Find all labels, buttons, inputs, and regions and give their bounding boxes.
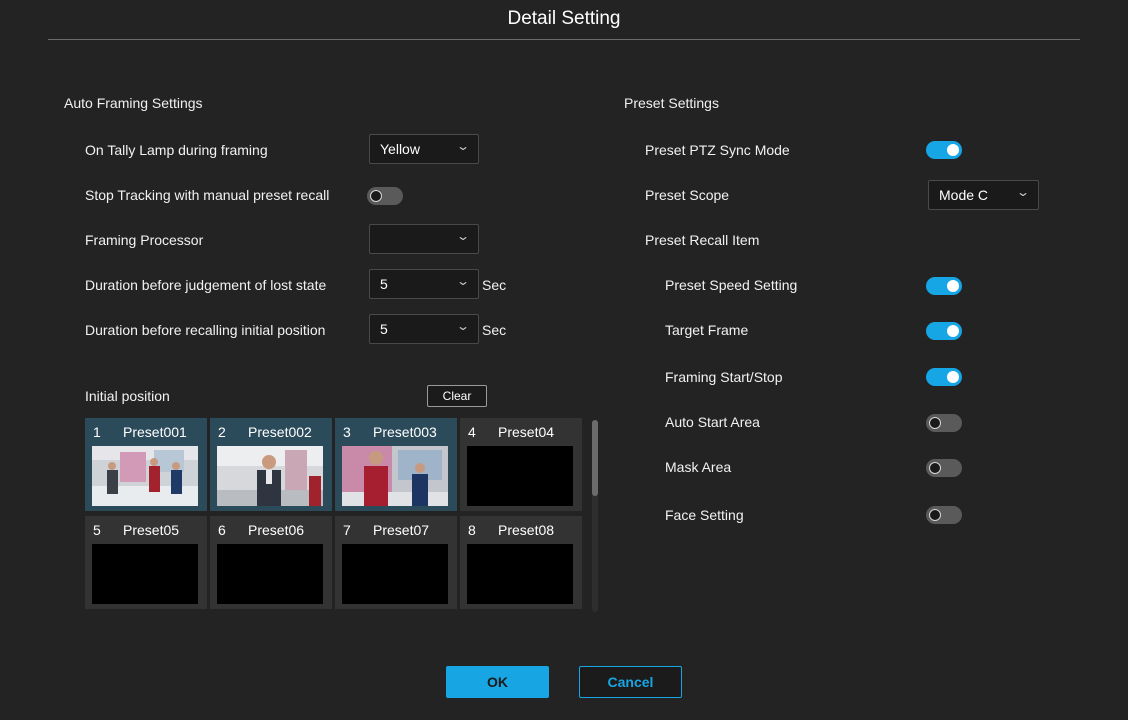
preset-tile-4[interactable]: 4 Preset04 [460,418,582,511]
toggle-knob [929,417,941,429]
lost-state-unit: Sec [482,277,507,293]
framing-start-stop-toggle[interactable] [926,368,962,386]
tile-number: 1 [93,424,101,440]
tile-number: 5 [93,522,101,538]
initial-position-label: Initial position [85,388,170,404]
tally-lamp-label: On Tally Lamp during framing [85,142,268,158]
preset-thumbnail [92,446,198,506]
tile-name: Preset002 [248,424,312,440]
preset-thumbnail-empty [467,446,573,506]
toggle-knob [929,462,941,474]
stop-tracking-label: Stop Tracking with manual preset recall [85,187,330,203]
chevron-down-icon: ⌄ [455,319,471,333]
tile-name: Preset06 [248,522,305,538]
target-frame-toggle[interactable] [926,322,962,340]
toggle-knob [947,325,959,337]
toggle-knob [947,371,959,383]
clear-button[interactable]: Clear [427,385,487,407]
stop-tracking-toggle[interactable] [367,187,403,205]
title-divider [48,39,1080,40]
cancel-button[interactable]: Cancel [579,666,682,698]
tile-name: Preset05 [123,522,180,538]
auto-start-area-label: Auto Start Area [665,414,760,430]
preset-tile-5[interactable]: 5 Preset05 [85,516,207,609]
tile-number: 2 [218,424,226,440]
framing-processor-label: Framing Processor [85,232,204,248]
tile-number: 4 [468,424,476,440]
tally-lamp-select[interactable]: Yellow ⌄ [369,134,479,164]
toggle-knob [947,144,959,156]
lost-state-label: Duration before judgement of lost state [85,277,327,293]
framing-processor-select[interactable]: ⌄ [369,224,479,254]
toggle-knob [947,280,959,292]
preset-thumbnail-empty [342,544,448,604]
ok-button[interactable]: OK [446,666,549,698]
preset-scope-select[interactable]: Mode C ⌄ [928,180,1039,210]
ptz-sync-toggle[interactable] [926,141,962,159]
chevron-down-icon: ⌄ [455,139,471,153]
face-setting-label: Face Setting [665,507,744,523]
target-frame-label: Target Frame [665,322,749,338]
lost-state-value: 5 [380,276,388,292]
preset-tile-1[interactable]: 1 Preset001 [85,418,207,511]
auto-start-area-toggle[interactable] [926,414,962,432]
preset-thumbnail-empty [467,544,573,604]
tile-number: 6 [218,522,226,538]
face-setting-toggle[interactable] [926,506,962,524]
auto-framing-heading: Auto Framing Settings [64,95,203,111]
preset-tile-8[interactable]: 8 Preset08 [460,516,582,609]
preset-tile-3[interactable]: 3 Preset003 [335,418,457,511]
preset-scope-label: Preset Scope [645,187,730,203]
preset-grid: 1 Preset001 2 Preset002 3 Preset003 4 Pr… [85,418,585,612]
preset-scope-value: Mode C [939,187,989,203]
tile-number: 3 [343,424,351,440]
preset-tile-6[interactable]: 6 Preset06 [210,516,332,609]
preset-settings-heading: Preset Settings [624,95,719,111]
tile-number: 8 [468,522,476,538]
preset-speed-toggle[interactable] [926,277,962,295]
chevron-down-icon: ⌄ [455,274,471,288]
detail-setting-dialog: Detail Setting Auto Framing Settings On … [0,0,1128,720]
preset-thumbnail [217,446,323,506]
toggle-knob [370,190,382,202]
tile-number: 7 [343,522,351,538]
preset-tile-7[interactable]: 7 Preset07 [335,516,457,609]
tile-name: Preset001 [123,424,187,440]
tile-name: Preset07 [373,522,430,538]
ptz-sync-label: Preset PTZ Sync Mode [645,142,790,158]
tile-name: Preset08 [498,522,555,538]
recall-initial-select[interactable]: 5 ⌄ [369,314,479,344]
mask-area-label: Mask Area [665,459,732,475]
chevron-down-icon: ⌄ [1015,185,1031,199]
tile-name: Preset003 [373,424,437,440]
tile-name: Preset04 [498,424,555,440]
chevron-down-icon: ⌄ [455,229,471,243]
preset-thumbnail-empty [217,544,323,604]
recall-initial-label: Duration before recalling initial positi… [85,322,326,338]
mask-area-toggle[interactable] [926,459,962,477]
tally-lamp-value: Yellow [380,141,420,157]
preset-thumbnail [342,446,448,506]
preset-grid-scrollbar[interactable] [592,420,598,612]
lost-state-select[interactable]: 5 ⌄ [369,269,479,299]
scrollbar-thumb[interactable] [592,420,598,496]
toggle-knob [929,509,941,521]
preset-thumbnail-empty [92,544,198,604]
framing-start-stop-label: Framing Start/Stop [665,369,783,385]
recall-initial-value: 5 [380,321,388,337]
dialog-title: Detail Setting [507,8,621,29]
preset-recall-item-label: Preset Recall Item [645,232,760,248]
recall-initial-unit: Sec [482,322,507,338]
preset-tile-2[interactable]: 2 Preset002 [210,418,332,511]
preset-speed-label: Preset Speed Setting [665,277,798,293]
